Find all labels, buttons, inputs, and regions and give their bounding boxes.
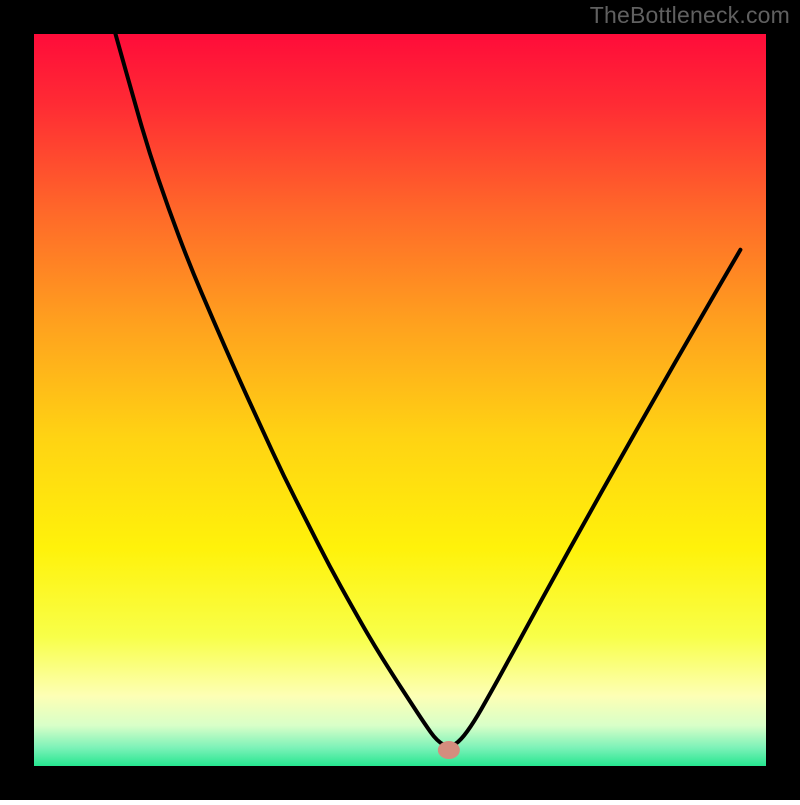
plot-background — [30, 30, 770, 770]
chart-svg — [0, 0, 800, 800]
attribution-text: TheBottleneck.com — [590, 2, 790, 29]
minimum-marker — [438, 741, 460, 759]
chart-container — [0, 0, 800, 800]
